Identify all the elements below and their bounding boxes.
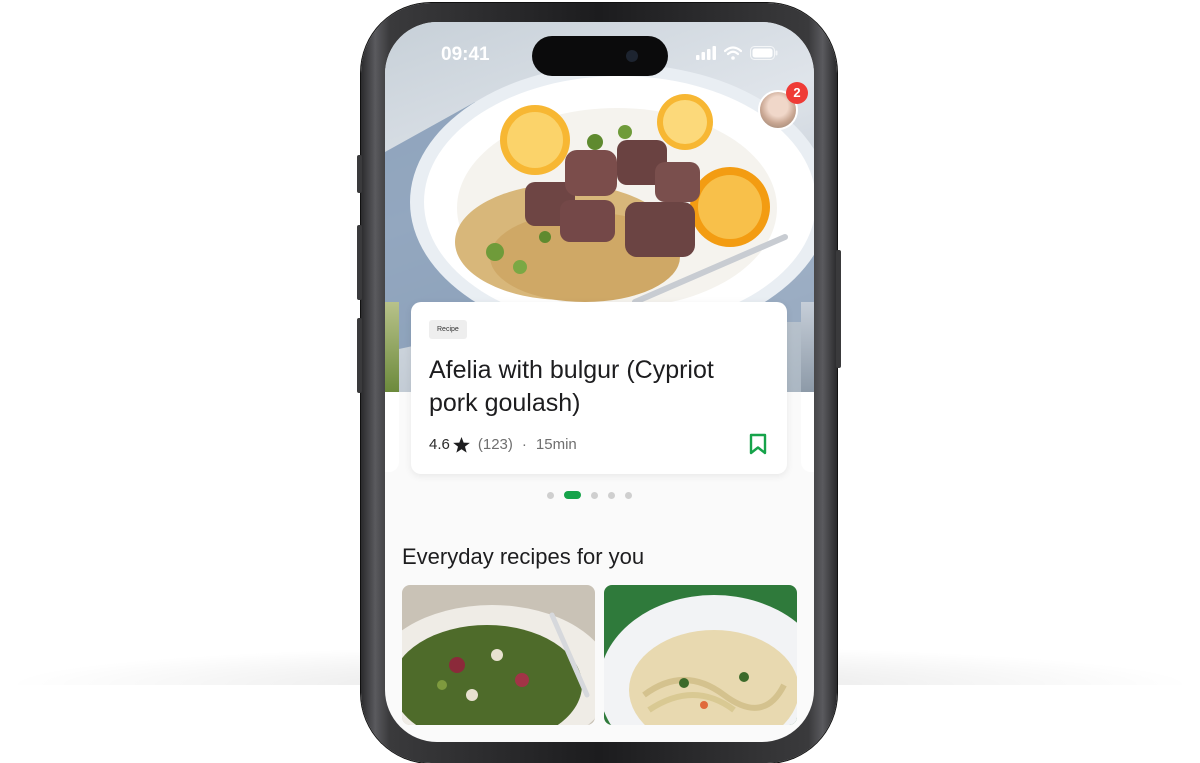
recipe-thumbnail[interactable] (402, 585, 595, 725)
recipe-duration: 15min (535, 436, 577, 453)
app-screen: 09:41 2 Recipe Afelia with bulgur (Cypri… (385, 22, 814, 742)
section-title: Everyday recipes for you (402, 544, 645, 569)
meta-separator: · (521, 436, 527, 453)
recipe-title[interactable]: Afelia with bulgur (Cypriot pork goulash… (429, 354, 759, 420)
silent-switch (357, 155, 362, 193)
carousel-dot[interactable] (547, 491, 554, 499)
carousel-dot[interactable] (608, 491, 615, 499)
battery-icon (750, 46, 778, 60)
salad-image (402, 585, 595, 725)
bookmark-icon[interactable] (749, 433, 767, 455)
volume-down-button (357, 318, 362, 393)
wifi-icon (724, 46, 742, 60)
pasta-image (604, 585, 797, 725)
featured-recipe-card[interactable]: Recipe Afelia with bulgur (Cypriot pork … (411, 302, 787, 474)
carousel-dot[interactable] (591, 491, 598, 499)
carousel-card-previous-image (385, 302, 399, 392)
star-icon (453, 436, 470, 453)
carousel-dot-active[interactable] (564, 491, 581, 499)
signal-icon (696, 46, 716, 60)
notification-badge: 2 (786, 82, 808, 104)
carousel-dot[interactable] (625, 491, 632, 499)
recipe-meta: 4.6 (123) · 15min (429, 436, 577, 453)
dynamic-island (532, 36, 668, 76)
volume-up-button (357, 225, 362, 300)
power-button (836, 250, 841, 368)
recipe-thumbnail[interactable] (604, 585, 797, 725)
recipe-tag: Recipe (429, 320, 467, 339)
carousel-pagination (547, 491, 632, 499)
status-icons (696, 46, 778, 60)
recipe-review-count: (123) (477, 436, 513, 453)
camera-icon (626, 50, 638, 62)
carousel-card-next-image (801, 302, 814, 392)
recipe-rating: 4.6 (429, 436, 450, 453)
status-time: 09:41 (441, 44, 490, 65)
